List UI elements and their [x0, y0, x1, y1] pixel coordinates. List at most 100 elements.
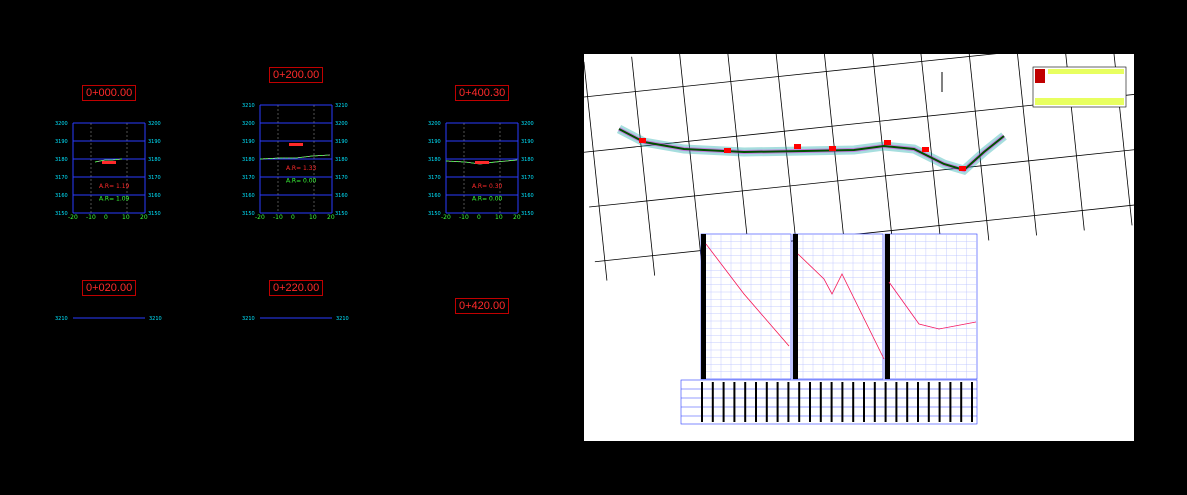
table-cell-mark: [949, 382, 952, 422]
y-tick-label: 3190: [521, 139, 534, 145]
y-tick-label: 3190: [428, 139, 441, 145]
y-tick-label: 3180: [242, 157, 255, 163]
y-tick-label: 3190: [55, 139, 68, 145]
table-cell-mark: [830, 382, 833, 422]
y-tick-label: 3180: [335, 157, 348, 163]
x-tick-label: -20: [441, 214, 451, 221]
table-cell-mark: [765, 382, 768, 422]
road-template: [475, 161, 489, 164]
x-tick-label: 10: [495, 214, 503, 221]
y-tick-label: 3210: [149, 316, 162, 322]
road-template: [102, 161, 116, 164]
y-tick-label: 3210: [242, 316, 255, 322]
y-tick-label: 3170: [55, 175, 68, 181]
y-tick-label: 3200: [335, 121, 348, 127]
table-cell-mark: [819, 382, 822, 422]
x-tick-label: 10: [309, 214, 317, 221]
area-cut-label: A.R= 0.30: [472, 183, 503, 190]
y-tick-label: 3180: [148, 157, 161, 163]
plan-profile-drawing: [584, 54, 1134, 425]
table-cell-mark: [960, 382, 963, 422]
y-tick-label: 3160: [428, 193, 441, 199]
y-tick-label: 3190: [148, 139, 161, 145]
table-cell-mark: [852, 382, 855, 422]
y-tick-label: 3170: [242, 175, 255, 181]
table-cell-mark: [884, 382, 887, 422]
y-tick-label: 3160: [55, 193, 68, 199]
y-tick-label: 3160: [148, 193, 161, 199]
title-banner: [1048, 69, 1124, 74]
y-tick-label: 3170: [428, 175, 441, 181]
y-tick-label: 3200: [148, 121, 161, 127]
station-marker: [639, 138, 646, 143]
table-cell-mark: [927, 382, 930, 422]
y-tick-label: 3150: [55, 211, 68, 217]
table-cell-mark: [776, 382, 779, 422]
area-fill-label: A.R= 0.00: [286, 177, 317, 184]
area-fill-label: A.R= 0.00: [472, 195, 503, 202]
x-tick-label: -10: [273, 214, 283, 221]
area-cut-label: A.R= 1.33: [286, 165, 317, 172]
table-cell-mark: [722, 382, 725, 422]
y-tick-label: 3180: [521, 157, 534, 163]
table-cell-mark: [798, 382, 801, 422]
y-tick-label: 3200: [242, 121, 255, 127]
x-tick-label: -10: [86, 214, 96, 221]
area-cut-label: A.R= 1.19: [99, 183, 130, 190]
station-marker: [959, 166, 966, 171]
elevation-scale: [793, 234, 798, 379]
y-tick-label: 3170: [335, 175, 348, 181]
y-tick-label: 3210: [336, 316, 349, 322]
table-cell-mark: [863, 382, 865, 422]
y-tick-label: 3160: [335, 193, 348, 199]
road-template: [289, 143, 303, 146]
y-tick-label: 3150: [335, 211, 348, 217]
y-tick-label: 3190: [335, 139, 348, 145]
grid-line: [589, 148, 1134, 208]
y-tick-label: 3150: [242, 211, 255, 217]
x-tick-label: 10: [122, 214, 130, 221]
table-cell-mark: [733, 382, 736, 422]
y-tick-label: 3210: [242, 103, 255, 109]
y-tick-label: 3200: [428, 121, 441, 127]
y-tick-label: 3160: [242, 193, 255, 199]
y-tick-label: 3210: [55, 316, 68, 322]
table-cell-mark: [938, 382, 941, 422]
x-tick-label: 20: [140, 214, 148, 221]
cad-model-space[interactable]: 3200 3200 3190 3190 3180 3180 3170 3170 3160 3160…: [0, 0, 1187, 495]
grid-line: [774, 54, 799, 261]
station-label-6: 0+420.00: [455, 298, 510, 314]
x-tick-label: -20: [68, 214, 78, 221]
y-tick-label: 3150: [148, 211, 161, 217]
station-label-4: 0+020.00: [82, 280, 137, 296]
table-cell-mark: [971, 382, 973, 422]
y-tick-label: 3200: [55, 121, 68, 127]
station-marker: [794, 144, 801, 149]
grid-line: [869, 54, 894, 251]
y-tick-label: 3190: [242, 139, 255, 145]
station-label-2: 0+200.00: [269, 67, 324, 83]
station-marker: [884, 140, 891, 145]
elevation-scale: [701, 234, 706, 379]
plan-profile-sheet[interactable]: [584, 54, 1134, 441]
y-tick-label: 3170: [521, 175, 534, 181]
station-marker: [724, 148, 731, 153]
table-cell-mark: [873, 382, 876, 422]
table-cell-mark: [701, 382, 703, 422]
area-fill-label: A.R= 1.09: [99, 195, 130, 202]
x-tick-label: -20: [255, 214, 265, 221]
x-tick-label: 20: [327, 214, 335, 221]
table-cell-mark: [787, 382, 790, 422]
table-cell-mark: [895, 382, 898, 422]
x-tick-label: 0: [291, 214, 295, 221]
x-tick-label: -10: [459, 214, 469, 221]
y-tick-label: 3150: [428, 211, 441, 217]
y-tick-label: 3180: [428, 157, 441, 163]
table-cell-mark: [744, 382, 747, 422]
y-tick-label: 3150: [521, 211, 534, 217]
station-label-3: 0+400.30: [455, 85, 510, 101]
title-footer: [1035, 98, 1124, 105]
data-table: [680, 379, 978, 425]
table-cell-mark: [906, 382, 909, 422]
logo: [1035, 69, 1045, 83]
